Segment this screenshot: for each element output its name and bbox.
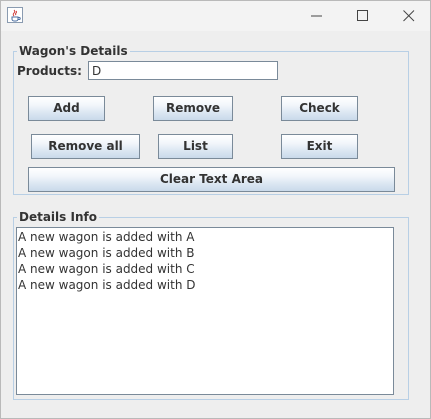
close-icon bbox=[403, 10, 415, 22]
java-icon[interactable] bbox=[7, 7, 23, 23]
details-info-legend: Details Info bbox=[19, 210, 97, 224]
app-window: Wagon's Details Products: Add Remove Che… bbox=[0, 0, 431, 419]
text-area-line: A new wagon is added with D bbox=[18, 278, 196, 292]
add-button[interactable]: Add bbox=[28, 96, 105, 121]
remove-all-button[interactable]: Remove all bbox=[31, 134, 140, 159]
minimize-icon bbox=[311, 15, 322, 17]
close-button[interactable] bbox=[386, 1, 431, 31]
maximize-icon bbox=[357, 10, 368, 21]
exit-button[interactable]: Exit bbox=[281, 134, 358, 159]
check-button[interactable]: Check bbox=[281, 96, 358, 121]
text-area-line: A new wagon is added with A bbox=[18, 230, 195, 244]
remove-button[interactable]: Remove bbox=[153, 96, 233, 121]
products-input[interactable] bbox=[88, 61, 278, 80]
maximize-button[interactable] bbox=[340, 1, 386, 31]
details-text-area[interactable]: A new wagon is added with A A new wagon … bbox=[16, 227, 394, 395]
text-area-line: A new wagon is added with C bbox=[18, 262, 195, 276]
minimize-button[interactable] bbox=[294, 1, 340, 31]
text-area-line: A new wagon is added with B bbox=[18, 246, 195, 260]
title-bar[interactable] bbox=[1, 1, 430, 31]
list-button[interactable]: List bbox=[158, 134, 233, 159]
clear-text-area-button[interactable]: Clear Text Area bbox=[28, 167, 395, 192]
products-label: Products: bbox=[17, 64, 82, 78]
wagon-details-legend: Wagon's Details bbox=[19, 44, 128, 58]
